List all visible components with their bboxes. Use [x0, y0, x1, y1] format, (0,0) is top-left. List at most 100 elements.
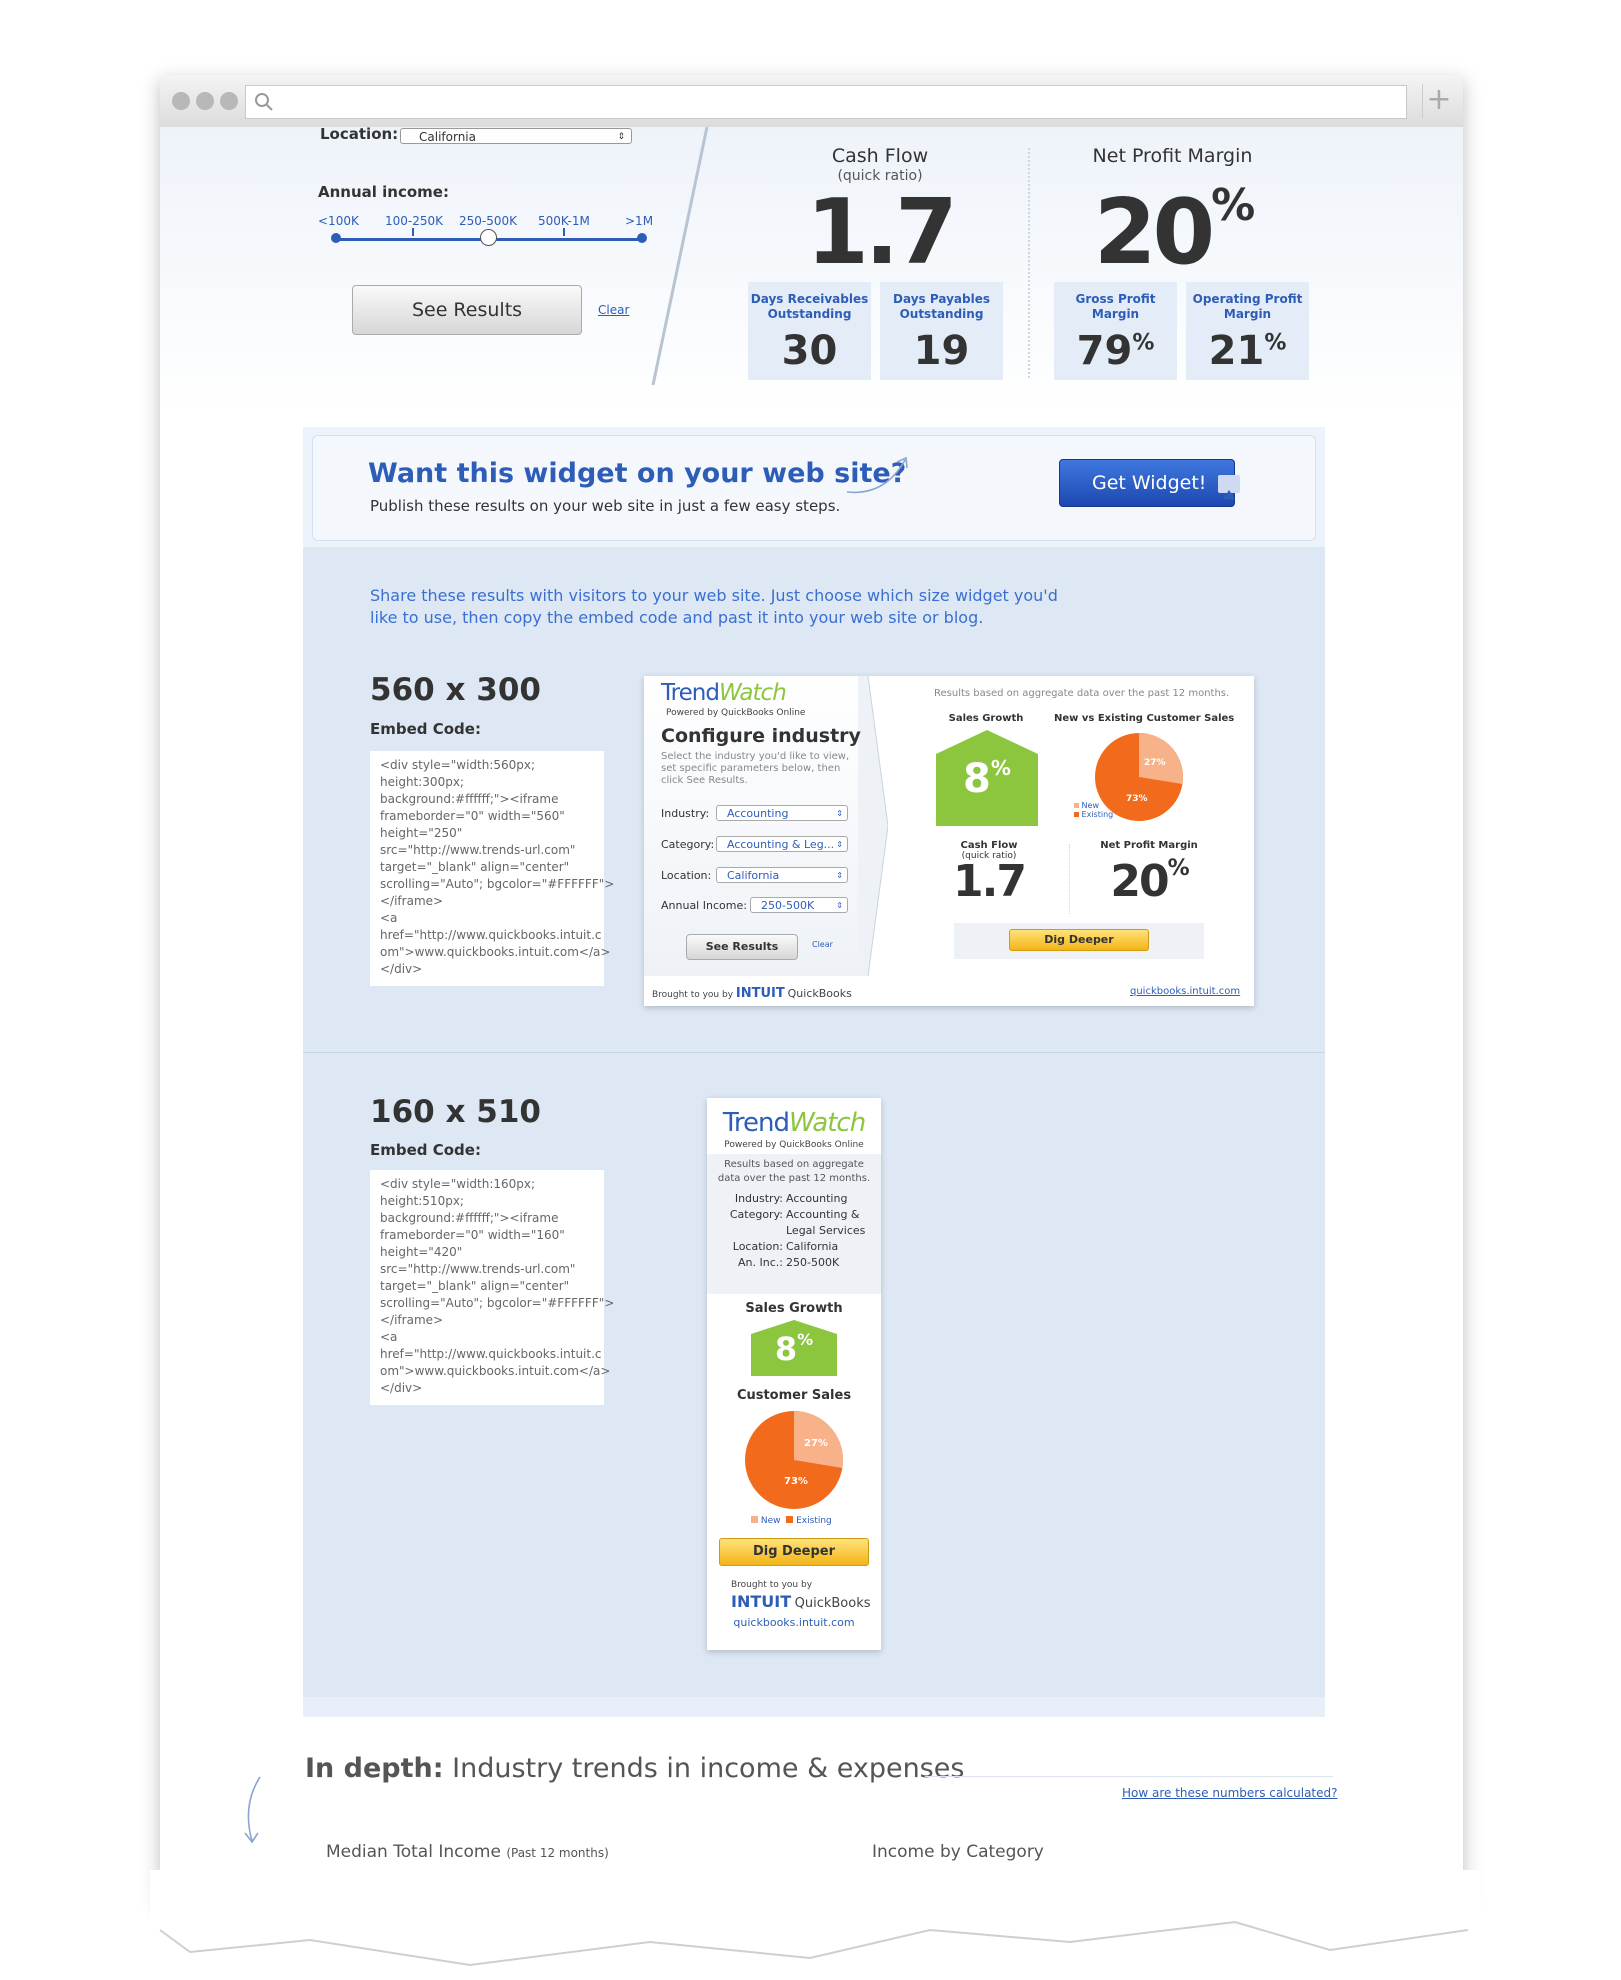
window-maximize-button[interactable]: [220, 92, 238, 110]
income-option-100-250k[interactable]: 100-250K: [385, 214, 443, 228]
brand-trend: Trend: [661, 680, 720, 706]
widget-cash-flow-label: Cash Flow: [960, 840, 1018, 851]
brand-trend: Trend: [722, 1108, 790, 1138]
clear-link[interactable]: Clear: [598, 303, 629, 317]
in-depth-rest: Industry trends in income & expenses: [452, 1753, 965, 1784]
gross-margin-value: 79: [1076, 328, 1133, 374]
address-bar[interactable]: [245, 85, 1407, 119]
legend-new-label: New: [760, 1516, 781, 1526]
slider-end-right: [637, 233, 647, 243]
configure-panel: [644, 676, 864, 976]
how-calculated-link[interactable]: How are these numbers calculated?: [1122, 1786, 1338, 1800]
industry-select[interactable]: Accounting ⇕: [716, 805, 848, 821]
panel-divider: [651, 127, 709, 386]
legend-swatch: [1074, 812, 1079, 817]
income-option-lt100k[interactable]: <100K: [318, 214, 359, 228]
small-embed-code[interactable]: <div style="width:160px; height:510px; b…: [370, 1170, 614, 1405]
gross-margin-box: Gross Profit Margin 79%: [1054, 282, 1177, 380]
legend-new-label: New: [1081, 801, 1099, 810]
metric-divider: [1028, 148, 1032, 378]
heading-rule: [925, 1776, 1333, 1777]
percent-sign: %: [1211, 180, 1255, 231]
new-tab-button[interactable]: +: [1422, 84, 1455, 118]
income-option-500k-1m[interactable]: 500K-1M: [538, 214, 590, 228]
income-label-small: Annual Income:: [661, 899, 747, 912]
widget-clear-link[interactable]: Clear: [812, 940, 833, 949]
see-results-button[interactable]: See Results: [352, 285, 582, 335]
trendwatch-logo: TrendWatch: [707, 1108, 881, 1138]
widget-see-results-button[interactable]: See Results: [686, 934, 798, 960]
income-option-250-500k[interactable]: 250-500K: [459, 214, 517, 228]
location-value: California: [419, 130, 476, 144]
section-bottom: [303, 1697, 1325, 1717]
industry-value: Accounting: [727, 807, 789, 820]
days-payables-label: Days Payables Outstanding: [893, 292, 990, 321]
banner-headline: Want this widget on your web site?: [368, 458, 907, 489]
days-receivables-label: Days Receivables Outstanding: [750, 292, 869, 321]
brought-by: Brought to you by INTUIT QuickBooks: [652, 986, 852, 1001]
customer-sales-pie-chart: [1095, 733, 1183, 821]
dig-deeper-button[interactable]: Dig Deeper: [1009, 929, 1149, 951]
quickbooks-text: QuickBooks: [794, 1596, 871, 1611]
percent-sign: %: [1264, 330, 1287, 356]
percent-sign: %: [797, 1330, 814, 1349]
median-income-sub: (Past 12 months): [506, 1846, 609, 1860]
widget-preview-small: TrendWatch Powered by QuickBooks Online …: [707, 1098, 881, 1650]
median-income-label: Median Total Income (Past 12 months): [326, 1842, 609, 1862]
intuit-logo: INTUIT: [735, 986, 785, 1001]
industry-value: Accounting: [786, 1192, 848, 1205]
pie-new-pct: 27%: [1144, 758, 1166, 768]
brand-line: INTUIT QuickBooks: [731, 1592, 871, 1611]
net-profit-value-wrap: 20%: [1050, 180, 1295, 285]
percent-sign: %: [1132, 330, 1155, 356]
category-value: Accounting & Legal Services: [786, 1208, 866, 1237]
large-embed-code[interactable]: <div style="width:560px; height:300px; b…: [370, 751, 614, 986]
small-embed-label: Embed Code:: [370, 1141, 481, 1159]
widget-net-profit-label: Net Profit Margin: [1100, 840, 1198, 851]
location-value-small: California: [727, 869, 780, 882]
cash-flow-title: Cash Flow: [831, 145, 929, 167]
income-select-small[interactable]: 250-500K ⇕: [750, 897, 848, 913]
income-by-category-label: Income by Category: [872, 1842, 1044, 1862]
location-label-small: Location:: [661, 869, 712, 882]
quickbooks-site-link[interactable]: quickbooks.intuit.com: [1130, 986, 1240, 997]
in-depth-heading: In depth: Industry trends in income & ex…: [305, 1753, 964, 1784]
slider-tick: [563, 228, 565, 236]
widget-divider: [1069, 844, 1071, 914]
net-profit-value: 20: [1093, 180, 1215, 285]
industry-label: Industry:: [734, 1192, 783, 1205]
results-note: Results based on aggregate data over the…: [934, 688, 1230, 699]
dig-deeper-button[interactable]: Dig Deeper: [719, 1538, 869, 1566]
results-note: Results based on aggregate data over the…: [717, 1159, 871, 1184]
search-icon: [255, 93, 273, 111]
income-option-gt1m[interactable]: >1M: [625, 214, 653, 228]
params-labels: Industry: Category: Location: An. Inc.:: [707, 1191, 783, 1271]
industry-label: Industry:: [661, 807, 710, 820]
chevron-updown-icon: ⇕: [836, 871, 843, 880]
operating-margin-box: Operating Profit Margin 21%: [1186, 282, 1309, 380]
upload-icon: [1218, 475, 1240, 499]
window-close-button[interactable]: [172, 92, 190, 110]
small-size-heading: 160 x 510: [370, 1094, 541, 1130]
brought-by-text: Brought to you by: [731, 1580, 813, 1590]
legend-swatch: [1074, 803, 1079, 808]
legend-swatch: [786, 1516, 794, 1523]
sales-growth-value-wrap: 8%: [751, 1330, 837, 1368]
share-instructions: Share these results with visitors to you…: [370, 586, 1058, 627]
get-widget-label: Get Widget!: [1092, 472, 1207, 494]
in-depth-bold: In depth:: [305, 1753, 444, 1784]
pie-existing-pct: 73%: [1126, 794, 1148, 804]
powered-by: Powered by QuickBooks Online: [666, 708, 806, 718]
category-label: Category:: [729, 1208, 783, 1221]
get-widget-button[interactable]: Get Widget!: [1059, 459, 1240, 507]
income-slider-handle[interactable]: [480, 229, 497, 246]
large-embed-label: Embed Code:: [370, 720, 481, 738]
location-select-small[interactable]: California ⇕: [716, 867, 848, 883]
days-payables-box: Days Payables Outstanding 19: [880, 282, 1003, 380]
category-select[interactable]: Accounting & Leg... ⇕: [716, 836, 848, 852]
location-select[interactable]: California ⇕: [400, 128, 632, 144]
widget-cash-flow-value: 1.7: [953, 856, 1027, 907]
window-minimize-button[interactable]: [196, 92, 214, 110]
quickbooks-site-link[interactable]: quickbooks.intuit.com: [707, 1616, 881, 1629]
percent-sign: %: [990, 756, 1011, 780]
